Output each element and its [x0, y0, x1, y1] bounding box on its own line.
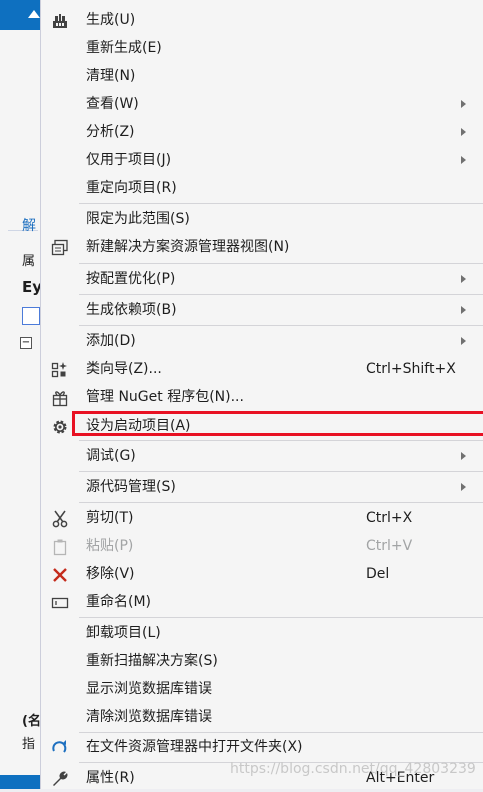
collapse-icon[interactable]: −: [20, 337, 32, 349]
menu-item-label: 生成(U): [86, 12, 136, 28]
menu-separator: [79, 440, 483, 441]
menu-item-show-browse-db-errors[interactable]: 显示浏览数据库错误: [41, 675, 483, 703]
menu-item-label: 重定向项目(R): [86, 180, 177, 196]
watermark-text: https://blog.csdn.net/qq_42803239: [230, 761, 476, 777]
submenu-arrow-icon: [461, 275, 466, 283]
paste-icon: [51, 538, 69, 556]
project-context-menu: 生成(U) 重新生成(E) 清理(N) 查看(W) 分析(Z) 仅用于项目(J)…: [40, 0, 483, 789]
menu-item-rename[interactable]: 重命名(M): [41, 588, 483, 616]
menu-separator: [79, 203, 483, 204]
menu-item-shortcut: Ctrl+X: [366, 510, 413, 526]
gear-icon: [51, 418, 69, 436]
submenu-arrow-icon: [461, 156, 466, 164]
menu-item-open-in-explorer[interactable]: 在文件资源管理器中打开文件夹(X): [41, 733, 483, 761]
menu-item-label: 仅用于项目(J): [86, 152, 172, 168]
menu-item-label: 类向导(Z)...: [86, 361, 162, 377]
submenu-arrow-icon: [461, 452, 466, 460]
menu-item-source-control[interactable]: 源代码管理(S): [41, 473, 483, 501]
menu-item-label: 粘贴(P): [86, 538, 134, 554]
menu-separator: [79, 471, 483, 472]
background-solution-panel: 解 属 Ey − (名 指: [0, 0, 42, 789]
categorized-icon[interactable]: [22, 307, 40, 325]
menu-item-shortcut: Ctrl+Shift+X: [366, 361, 456, 377]
submenu-arrow-icon: [461, 306, 466, 314]
menu-item-label: 新建解决方案资源管理器视图(N): [86, 239, 290, 255]
background-name-label: (名: [22, 714, 41, 729]
remove-x-icon: [51, 566, 69, 584]
menu-item-rebuild[interactable]: 重新生成(E): [41, 34, 483, 62]
menu-item-add[interactable]: 添加(D): [41, 327, 483, 355]
menu-item-label: 生成依赖项(B): [86, 302, 177, 318]
background-status-bar: [0, 775, 40, 789]
menu-item-debug[interactable]: 调试(G): [41, 442, 483, 470]
new-view-icon: [51, 239, 69, 257]
menu-item-unload-project[interactable]: 卸载项目(L): [41, 619, 483, 647]
menu-item-cut[interactable]: 剪切(T) Ctrl+X: [41, 504, 483, 532]
highlight-annotation-box: [72, 411, 483, 436]
menu-item-label: 按配置优化(P): [86, 271, 176, 287]
menu-item-label: 在文件资源管理器中打开文件夹(X): [86, 739, 303, 755]
scissors-icon: [51, 510, 69, 528]
menu-item-shortcut: Ctrl+V: [366, 538, 413, 554]
menu-item-label: 分析(Z): [86, 124, 135, 140]
background-ref-label: 指: [22, 737, 36, 752]
menu-item-label: 卸载项目(L): [86, 625, 161, 641]
menu-item-paste: 粘贴(P) Ctrl+V: [41, 532, 483, 560]
menu-separator: [79, 325, 483, 326]
menu-separator: [79, 617, 483, 618]
menu-item-label: 重命名(M): [86, 594, 152, 610]
build-icon: [51, 12, 69, 30]
menu-item-build-dependencies[interactable]: 生成依赖项(B): [41, 296, 483, 324]
menu-item-label: 限定为此范围(S): [86, 211, 190, 227]
submenu-arrow-icon: [461, 337, 466, 345]
open-folder-icon: [51, 739, 69, 757]
background-selected-row: [0, 0, 40, 30]
menu-separator: [79, 502, 483, 503]
background-properties-label: 属: [22, 254, 36, 269]
menu-item-label: 调试(G): [86, 448, 136, 464]
menu-item-manage-nuget[interactable]: 管理 NuGet 程序包(N)...: [41, 383, 483, 411]
menu-item-label: 查看(W): [86, 96, 139, 112]
menu-item-label: 清除浏览数据库错误: [86, 709, 212, 725]
submenu-arrow-icon: [461, 483, 466, 491]
menu-item-build[interactable]: 生成(U): [41, 6, 483, 34]
menu-item-pgo[interactable]: 按配置优化(P): [41, 265, 483, 293]
menu-item-remove[interactable]: 移除(V) Del: [41, 560, 483, 588]
menu-item-label: 源代码管理(S): [86, 479, 176, 495]
menu-item-class-wizard[interactable]: 类向导(Z)... Ctrl+Shift+X: [41, 355, 483, 383]
menu-item-label: 重新扫描解决方案(S): [86, 653, 218, 669]
menu-item-view[interactable]: 查看(W): [41, 90, 483, 118]
menu-item-new-explorer-view[interactable]: 新建解决方案资源管理器视图(N): [41, 233, 483, 261]
menu-item-rescan-solution[interactable]: 重新扫描解决方案(S): [41, 647, 483, 675]
menu-item-shortcut: Del: [366, 566, 390, 582]
wrench-icon: [51, 770, 69, 788]
menu-item-clean[interactable]: 清理(N): [41, 62, 483, 90]
menu-separator: [79, 263, 483, 264]
menu-item-label: 属性(R): [86, 770, 135, 786]
rename-icon: [51, 594, 69, 612]
menu-item-project-only[interactable]: 仅用于项目(J): [41, 146, 483, 174]
menu-item-retarget[interactable]: 重定向项目(R): [41, 174, 483, 202]
menu-item-clear-browse-db-errors[interactable]: 清除浏览数据库错误: [41, 703, 483, 731]
menu-item-label: 显示浏览数据库错误: [86, 681, 212, 697]
menu-item-label: 移除(V): [86, 566, 135, 582]
submenu-arrow-icon: [461, 100, 466, 108]
menu-item-scope-to-this[interactable]: 限定为此范围(S): [41, 205, 483, 233]
nuget-icon: [51, 389, 69, 407]
menu-item-label: 重新生成(E): [86, 40, 162, 56]
background-tab-label[interactable]: 解: [22, 215, 36, 235]
menu-separator: [79, 294, 483, 295]
menu-item-label: 剪切(T): [86, 510, 134, 526]
menu-item-label: 添加(D): [86, 333, 136, 349]
class-wizard-icon: [51, 361, 69, 379]
menu-item-label: 清理(N): [86, 68, 136, 84]
menu-item-label: 管理 NuGet 程序包(N)...: [86, 389, 244, 405]
menu-item-analyze[interactable]: 分析(Z): [41, 118, 483, 146]
submenu-arrow-icon: [461, 128, 466, 136]
